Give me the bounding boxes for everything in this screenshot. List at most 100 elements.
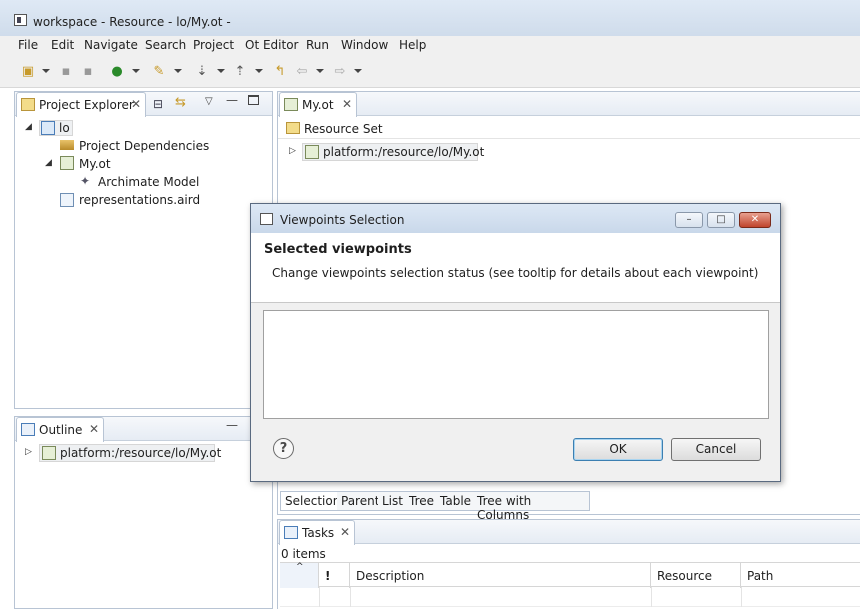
maximize-icon[interactable] bbox=[248, 95, 259, 105]
tab-outline[interactable]: Outline ✕ bbox=[16, 417, 104, 442]
tree-item-label: My.ot bbox=[79, 157, 111, 171]
dialog-title: Viewpoints Selection bbox=[280, 213, 405, 227]
view-menu-icon[interactable]: ▽ bbox=[205, 96, 213, 107]
new-dropdown-icon[interactable] bbox=[42, 69, 50, 73]
app-icon bbox=[14, 14, 27, 26]
viewpoints-selection-dialog: Viewpoints Selection – □ ✕ Selected view… bbox=[250, 203, 781, 482]
project-explorer-panel: Project Explorer ✕ ⊟ ⇆ ▽ — ◢ lo Project … bbox=[14, 91, 273, 409]
save-all-icon[interactable]: ▪ bbox=[80, 64, 96, 80]
tree-item-archimate-model[interactable]: ✦ Archimate Model bbox=[15, 173, 265, 191]
model-file-icon bbox=[284, 98, 298, 111]
forward-icon[interactable]: ⇨ bbox=[332, 64, 348, 80]
close-icon[interactable]: ✕ bbox=[131, 97, 141, 111]
tasks-tabbar: Tasks ✕ bbox=[278, 520, 860, 545]
resource-tree-item[interactable]: ▷ platform:/resource/lo/My.ot bbox=[278, 143, 578, 161]
help-icon[interactable]: ? bbox=[273, 438, 294, 459]
tree-item-dependencies[interactable]: Project Dependencies bbox=[15, 137, 265, 155]
outline-panel: Outline ✕ — ▷ platform:/resource/lo/My.o… bbox=[14, 416, 273, 609]
tab-my-ot[interactable]: My.ot ✕ bbox=[279, 92, 357, 117]
tab-project-explorer[interactable]: Project Explorer ✕ bbox=[16, 92, 146, 117]
tab-list[interactable]: List bbox=[378, 491, 408, 511]
collapsed-arrow-icon[interactable]: ▷ bbox=[25, 447, 32, 457]
window-title: workspace - Resource - lo/My.ot - bbox=[33, 15, 231, 29]
minimize-icon[interactable]: — bbox=[226, 418, 238, 432]
menu-run[interactable]: Run bbox=[306, 38, 329, 52]
outline-tabbar: Outline ✕ — bbox=[15, 417, 272, 442]
tab-table[interactable]: Table bbox=[436, 491, 477, 511]
resource-set-row[interactable]: Resource Set bbox=[278, 119, 860, 139]
tasks-icon bbox=[284, 526, 298, 539]
forward-dropdown-icon[interactable] bbox=[354, 69, 362, 73]
dialog-header: Selected viewpoints Change viewpoints se… bbox=[251, 233, 780, 303]
close-icon[interactable]: ✕ bbox=[739, 212, 771, 228]
new-icon[interactable]: ▣ bbox=[20, 64, 36, 80]
tree-item-model-file[interactable]: ◢ My.ot bbox=[15, 155, 265, 173]
back-dropdown-icon[interactable] bbox=[316, 69, 324, 73]
save-icon[interactable]: ▪ bbox=[58, 64, 74, 80]
tree-item-label: Archimate Model bbox=[98, 175, 200, 189]
run-icon[interactable]: ● bbox=[109, 64, 125, 80]
menu-navigate[interactable]: Navigate bbox=[84, 38, 138, 52]
tasks-panel: Tasks ✕ 0 items ^ ! Description Resource… bbox=[277, 519, 860, 609]
minimize-icon[interactable]: — bbox=[226, 93, 238, 107]
dialog-app-icon bbox=[260, 213, 273, 225]
project-explorer-tabbar: Project Explorer ✕ ⊟ ⇆ ▽ — bbox=[15, 92, 272, 117]
maximize-icon[interactable]: □ bbox=[707, 212, 735, 228]
collapsed-arrow-icon[interactable]: ▷ bbox=[289, 146, 296, 156]
menu-window[interactable]: Window bbox=[341, 38, 388, 52]
model-file-icon bbox=[60, 156, 74, 170]
menu-project[interactable]: Project bbox=[193, 38, 234, 52]
folder-icon bbox=[286, 122, 300, 134]
expand-arrow-icon[interactable]: ◢ bbox=[45, 158, 52, 168]
wand-icon[interactable]: ✎ bbox=[151, 64, 167, 80]
dialog-message: Change viewpoints selection status (see … bbox=[272, 266, 759, 280]
editor-page-tabs: Selection Parent List Tree Table Tree wi… bbox=[280, 491, 590, 522]
window-title-bar: workspace - Resource - lo/My.ot - bbox=[0, 0, 860, 36]
tab-tree[interactable]: Tree bbox=[405, 491, 440, 511]
menu-help[interactable]: Help bbox=[399, 38, 426, 52]
close-icon[interactable]: ✕ bbox=[89, 422, 99, 436]
run-dropdown-icon[interactable] bbox=[132, 69, 140, 73]
back-icon[interactable]: ⇦ bbox=[294, 64, 310, 80]
resource-item-label: platform:/resource/lo/My.ot bbox=[323, 145, 485, 159]
menu-file[interactable]: File bbox=[18, 38, 38, 52]
prev-annotation-dropdown-icon[interactable] bbox=[255, 69, 263, 73]
tree-item-project[interactable]: ◢ lo bbox=[15, 119, 265, 137]
next-annotation-icon[interactable]: ⇣ bbox=[194, 64, 210, 80]
menu-search[interactable]: Search bbox=[145, 38, 186, 52]
close-icon[interactable]: ✕ bbox=[340, 525, 350, 539]
tab-selection[interactable]: Selection bbox=[280, 491, 346, 511]
minimize-icon[interactable]: – bbox=[675, 212, 703, 228]
last-edit-icon[interactable]: ↰ bbox=[272, 64, 288, 80]
ok-button[interactable]: OK bbox=[573, 438, 663, 461]
path-column-header[interactable]: Path bbox=[741, 563, 860, 588]
prev-annotation-icon[interactable]: ⇡ bbox=[232, 64, 248, 80]
menu-ot-editor[interactable]: Ot Editor bbox=[245, 38, 298, 52]
menu-edit[interactable]: Edit bbox=[51, 38, 74, 52]
tree-item-representations[interactable]: representations.aird bbox=[15, 191, 265, 209]
sort-column-header[interactable]: ^ bbox=[280, 562, 319, 588]
expand-arrow-icon[interactable]: ◢ bbox=[25, 122, 32, 132]
tab-label: Tasks bbox=[302, 526, 335, 540]
priority-column-header[interactable]: ! bbox=[319, 563, 350, 588]
description-column-header[interactable]: Description bbox=[350, 563, 651, 588]
editor-tabbar: My.ot ✕ bbox=[278, 92, 860, 117]
close-icon[interactable]: ✕ bbox=[342, 97, 352, 111]
tab-label: Outline bbox=[39, 423, 83, 437]
table-row bbox=[280, 587, 860, 607]
resource-column-header[interactable]: Resource bbox=[651, 563, 741, 588]
folder-icon bbox=[21, 98, 35, 111]
collapse-all-icon[interactable]: ⊟ bbox=[153, 97, 163, 111]
next-annotation-dropdown-icon[interactable] bbox=[217, 69, 225, 73]
wand-dropdown-icon[interactable] bbox=[174, 69, 182, 73]
viewpoints-list[interactable] bbox=[263, 310, 769, 419]
cancel-button[interactable]: Cancel bbox=[671, 438, 761, 461]
link-editor-icon[interactable]: ⇆ bbox=[175, 95, 186, 110]
tab-tree-with-columns[interactable]: Tree with Columns bbox=[473, 491, 590, 522]
tree-item-label: Project Dependencies bbox=[79, 139, 210, 153]
tab-tasks[interactable]: Tasks ✕ bbox=[279, 520, 355, 545]
model-file-icon bbox=[42, 446, 56, 460]
outline-item[interactable]: ▷ platform:/resource/lo/My.ot bbox=[15, 444, 265, 462]
model-element-icon: ✦ bbox=[80, 174, 91, 188]
main-toolbar: ▣ ▪ ▪ ● ✎ ⇣ ⇡ ↰ ⇦ ⇨ bbox=[0, 56, 860, 88]
